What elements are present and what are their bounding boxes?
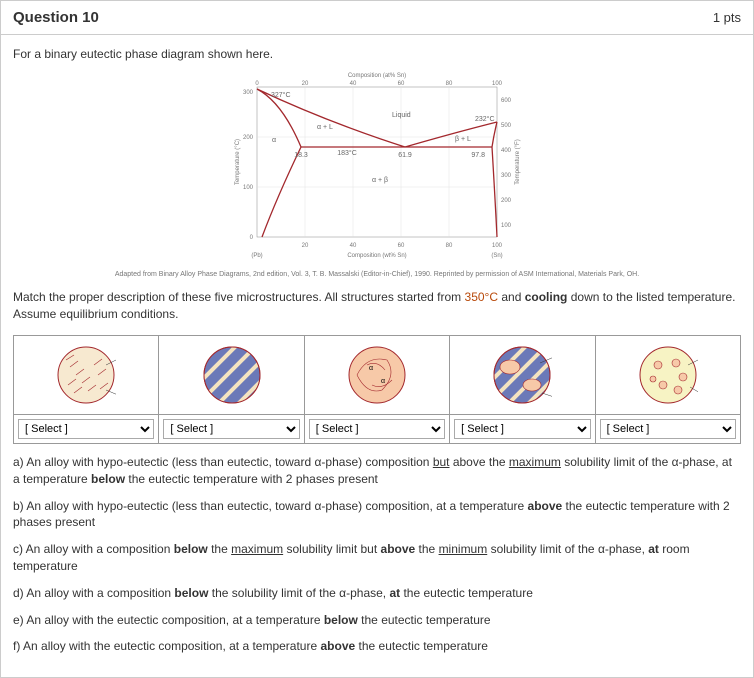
svg-text:300: 300 [501, 173, 512, 179]
svg-text:α + β: α + β [372, 177, 388, 184]
svg-text:60: 60 [398, 243, 405, 249]
option-a: a) An alloy with hypo-eutectic (less tha… [13, 454, 741, 488]
svg-text:200: 200 [243, 135, 254, 141]
svg-text:α: α [272, 137, 276, 144]
option-d: d) An alloy with a composition below the… [13, 585, 741, 602]
microstructure-1: β α [20, 340, 152, 410]
microstructure-table: β α [13, 335, 741, 444]
svg-text:100: 100 [492, 81, 503, 87]
option-b: b) An alloy with hypo-eutectic (less tha… [13, 498, 741, 532]
svg-text:α: α [381, 378, 385, 385]
svg-text:0: 0 [250, 235, 254, 241]
svg-text:0: 0 [255, 81, 259, 87]
diagram-caption: Adapted from Binary Alloy Phase Diagrams… [13, 271, 741, 279]
question-body: For a binary eutectic phase diagram show… [1, 35, 753, 677]
svg-text:200: 200 [501, 198, 512, 204]
svg-text:18.3: 18.3 [294, 152, 308, 159]
svg-text:Liquid: Liquid [392, 112, 411, 119]
svg-text:600: 600 [501, 98, 512, 104]
select-5[interactable]: [ Select ] [600, 419, 736, 439]
svg-text:80: 80 [446, 243, 453, 249]
svg-text:80: 80 [446, 81, 453, 87]
microstructure-4: α β [456, 340, 588, 410]
question-header: Question 10 1 pts [1, 1, 753, 35]
instruction-text: Match the proper description of these fi… [13, 289, 741, 323]
microstructure-2 [165, 340, 297, 410]
svg-text:Temperature (°C): Temperature (°C) [235, 139, 241, 185]
svg-text:40: 40 [350, 81, 357, 87]
answer-options: a) An alloy with hypo-eutectic (less tha… [13, 454, 741, 655]
svg-text:60: 60 [398, 81, 405, 87]
question-title: Question 10 [13, 9, 99, 26]
svg-text:20: 20 [302, 81, 309, 87]
svg-text:97.8: 97.8 [471, 152, 485, 159]
svg-text:327°C: 327°C [271, 91, 291, 99]
svg-text:20: 20 [302, 243, 309, 249]
svg-text:100: 100 [243, 185, 254, 191]
svg-text:β + L: β + L [455, 136, 471, 143]
select-4[interactable]: [ Select ] [454, 419, 590, 439]
microstructure-5: α L [602, 340, 734, 410]
microstructure-3: α α [311, 340, 443, 410]
svg-text:61.9: 61.9 [398, 152, 412, 159]
svg-text:α: α [369, 365, 373, 372]
phase-diagram-wrap: Composition (at% Sn) 0 20 40 60 80 100 2… [13, 67, 741, 267]
svg-text:183°C: 183°C [337, 149, 357, 157]
select-2[interactable]: [ Select ] [163, 419, 299, 439]
svg-text:α + L: α + L [317, 124, 333, 131]
svg-text:300: 300 [243, 90, 254, 96]
svg-text:(Pb): (Pb) [251, 253, 262, 259]
svg-text:100: 100 [492, 243, 503, 249]
svg-text:500: 500 [501, 123, 512, 129]
top-axis-label: Composition (at% Sn) [348, 73, 406, 79]
question-points: 1 pts [713, 10, 741, 25]
svg-text:(Sn): (Sn) [491, 253, 502, 259]
svg-text:400: 400 [501, 148, 512, 154]
select-3[interactable]: [ Select ] [309, 419, 445, 439]
svg-text:Temperature (°F): Temperature (°F) [515, 139, 521, 184]
svg-text:232°C: 232°C [475, 115, 495, 123]
option-e: e) An alloy with the eutectic compositio… [13, 612, 741, 629]
phase-diagram: Composition (at% Sn) 0 20 40 60 80 100 2… [207, 67, 547, 267]
bottom-axis-label: Composition (wt% Sn) [347, 253, 406, 259]
intro-text: For a binary eutectic phase diagram show… [13, 47, 741, 61]
svg-text:40: 40 [350, 243, 357, 249]
question-card: Question 10 1 pts For a binary eutectic … [0, 0, 754, 678]
option-c: c) An alloy with a composition below the… [13, 541, 741, 575]
svg-text:100: 100 [501, 223, 512, 229]
select-1[interactable]: [ Select ] [18, 419, 154, 439]
